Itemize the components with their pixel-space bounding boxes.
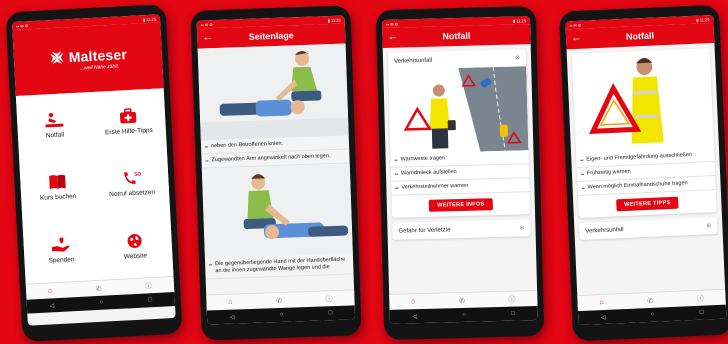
home-nav-icon[interactable]: ○ (99, 300, 103, 306)
maltese-cross-icon (50, 50, 64, 64)
phone-icon[interactable]: ✆ (276, 296, 282, 304)
tile-label: Notruf absetzen (109, 189, 156, 199)
globe-icon (127, 234, 142, 249)
tile-kurs-buchen[interactable]: Kurs buchen (19, 155, 96, 221)
tile-website[interactable]: Website (96, 213, 173, 279)
recovery-position-illustration-1 (197, 43, 349, 141)
warning-triangle-person-illustration (571, 48, 714, 155)
tip-item: Verkehrsteilnehmer warnen (391, 178, 530, 196)
svg-text:SOS: SOS (134, 172, 142, 179)
brand-tagline: ...weil Nähe zählt. (79, 63, 120, 72)
back-arrow-icon[interactable]: ← (571, 32, 583, 44)
notfall-content: Verkehrsunfall ⊗ Warnweste tragen Warndr… (383, 44, 537, 294)
card-toggle-icon[interactable]: ⊗ (515, 54, 520, 61)
more-tips-button[interactable]: WEITERE TIPPS (615, 196, 679, 212)
book-icon (49, 175, 66, 190)
info-icon[interactable]: ⓘ (325, 294, 332, 304)
back-arrow-icon[interactable]: ← (202, 31, 213, 43)
phone-notfall-tipps: ▪▪ ✉ ⚙ ▮ 11:25 ← Notfall Eigen- und Frem… (558, 4, 728, 342)
card-toggle-icon[interactable]: ⊕ (519, 224, 524, 231)
info-icon[interactable]: ⓘ (696, 293, 704, 303)
phone-icon[interactable]: ✆ (647, 296, 653, 304)
seitenlage-content: neben den Betroffenen knien. Zugewandten… (197, 43, 354, 294)
tile-notfall[interactable]: Notfall (16, 92, 93, 158)
android-nav-bar: ◁ ○ □ (389, 306, 538, 324)
notfall-screen: ▪▪ ✉ ⚙ ▮ 11:25 ← Notfall Verkehrsunfall ⊗ (381, 16, 538, 324)
home-nav-icon[interactable]: ○ (651, 312, 655, 318)
tile-label: Website (123, 252, 148, 261)
home-icon[interactable]: ⌂ (411, 298, 415, 305)
recents-nav-icon[interactable]: □ (511, 311, 515, 317)
card-toggle-icon[interactable]: ⊕ (706, 222, 711, 229)
tile-erste-hilfe-tipps[interactable]: Erste Hilfe-Tipps (90, 88, 167, 154)
back-arrow-icon[interactable]: ← (387, 31, 398, 43)
back-nav-icon[interactable]: ◁ (230, 313, 235, 320)
home-nav-icon[interactable]: ○ (462, 312, 466, 318)
home-screen: ▪▪ ✉ ⚙ ▮ 11:25 Malteser ...weil Nähe zähl… (11, 14, 176, 326)
back-nav-icon[interactable]: ◁ (49, 302, 54, 309)
info-card: Eigen- und Fremdgefährdung ausschließen … (571, 48, 717, 218)
recents-nav-icon[interactable]: □ (148, 297, 152, 303)
home-header: Malteser ...weil Nähe zählt. (12, 22, 164, 96)
screen-title: Notfall (442, 30, 471, 42)
first-aid-kit-icon (119, 108, 137, 124)
more-info-button[interactable]: WEITERE INFOS (429, 198, 493, 212)
recovery-position-illustration-2 (201, 163, 353, 259)
tile-spenden[interactable]: Spenden (22, 217, 99, 283)
home-nav-icon[interactable]: ○ (280, 312, 284, 318)
step-item: Die gegenüberliegende Hand mit der Hando… (204, 253, 354, 280)
info-icon[interactable]: ⓘ (145, 281, 153, 291)
back-nav-icon[interactable]: ◁ (412, 313, 417, 320)
card-title: Verkehrsunfall (393, 57, 433, 65)
info-card-collapsed[interactable]: Gefahr für Verletzte ⊕ (392, 219, 531, 240)
screen-title: Seitenlage (248, 30, 294, 42)
home-icon[interactable]: ⌂ (599, 299, 604, 306)
tile-label: Spenden (48, 256, 75, 265)
back-nav-icon[interactable]: ◁ (601, 313, 606, 320)
phone-seitenlage: ▪▪ ✉ ⚙ ▮ 11:25 ← Seitenlage neben den Be… (190, 5, 362, 341)
seitenlage-screen: ▪▪ ✉ ⚙ ▮ 11:25 ← Seitenlage neben den Be… (196, 15, 356, 325)
cpr-person-icon (45, 112, 64, 128)
home-grid: Notfall Erste Hilfe-Tipps Kurs buchen SO… (15, 88, 174, 284)
card-title: Gefahr für Verletzte (398, 226, 451, 235)
tile-label: Erste Hilfe-Tipps (104, 126, 153, 137)
accident-scene-illustration (388, 66, 529, 154)
brand-name: Malteser (68, 45, 128, 65)
info-card-collapsed[interactable]: Verkehrsunfall ⊕ (579, 216, 718, 240)
donate-hand-icon (51, 237, 70, 252)
card-title: Verkehrsunfall (585, 226, 624, 235)
info-card: Verkehrsunfall ⊗ Warnweste tragen Warndr… (387, 49, 531, 218)
home-icon[interactable]: ⌂ (48, 287, 53, 294)
phone-home: ▪▪ ✉ ⚙ ▮ 11:25 Malteser ...weil Nähe zähl… (5, 4, 183, 342)
info-icon[interactable]: ⓘ (508, 294, 515, 304)
notfall-screen: ▪▪ ✉ ⚙ ▮ 11:25 ← Notfall Eigen- und Frem… (565, 14, 727, 326)
tile-label: Kurs buchen (39, 193, 77, 203)
home-icon[interactable]: ⌂ (228, 299, 232, 306)
phone-icon[interactable]: ✆ (96, 284, 102, 292)
tile-notruf-absetzen[interactable]: SOS Notruf absetzen (93, 151, 170, 217)
phone-sos-icon: SOS (124, 172, 142, 185)
card-header[interactable]: Verkehrsunfall ⊕ (579, 217, 718, 240)
notfall-content: Eigen- und Fremdgefährdung ausschließen … (567, 43, 726, 295)
screen-title: Notfall (625, 30, 655, 42)
phone-icon[interactable]: ✆ (459, 296, 465, 304)
phone-notfall-verkehrsunfall: ▪▪ ✉ ⚙ ▮ 11:25 ← Notfall Verkehrsunfall ⊗ (375, 5, 545, 341)
tile-label: Notfall (45, 131, 65, 140)
recents-nav-icon[interactable]: □ (700, 310, 704, 316)
card-header[interactable]: Gefahr für Verletzte ⊕ (392, 219, 530, 240)
recents-nav-icon[interactable]: □ (329, 310, 333, 316)
